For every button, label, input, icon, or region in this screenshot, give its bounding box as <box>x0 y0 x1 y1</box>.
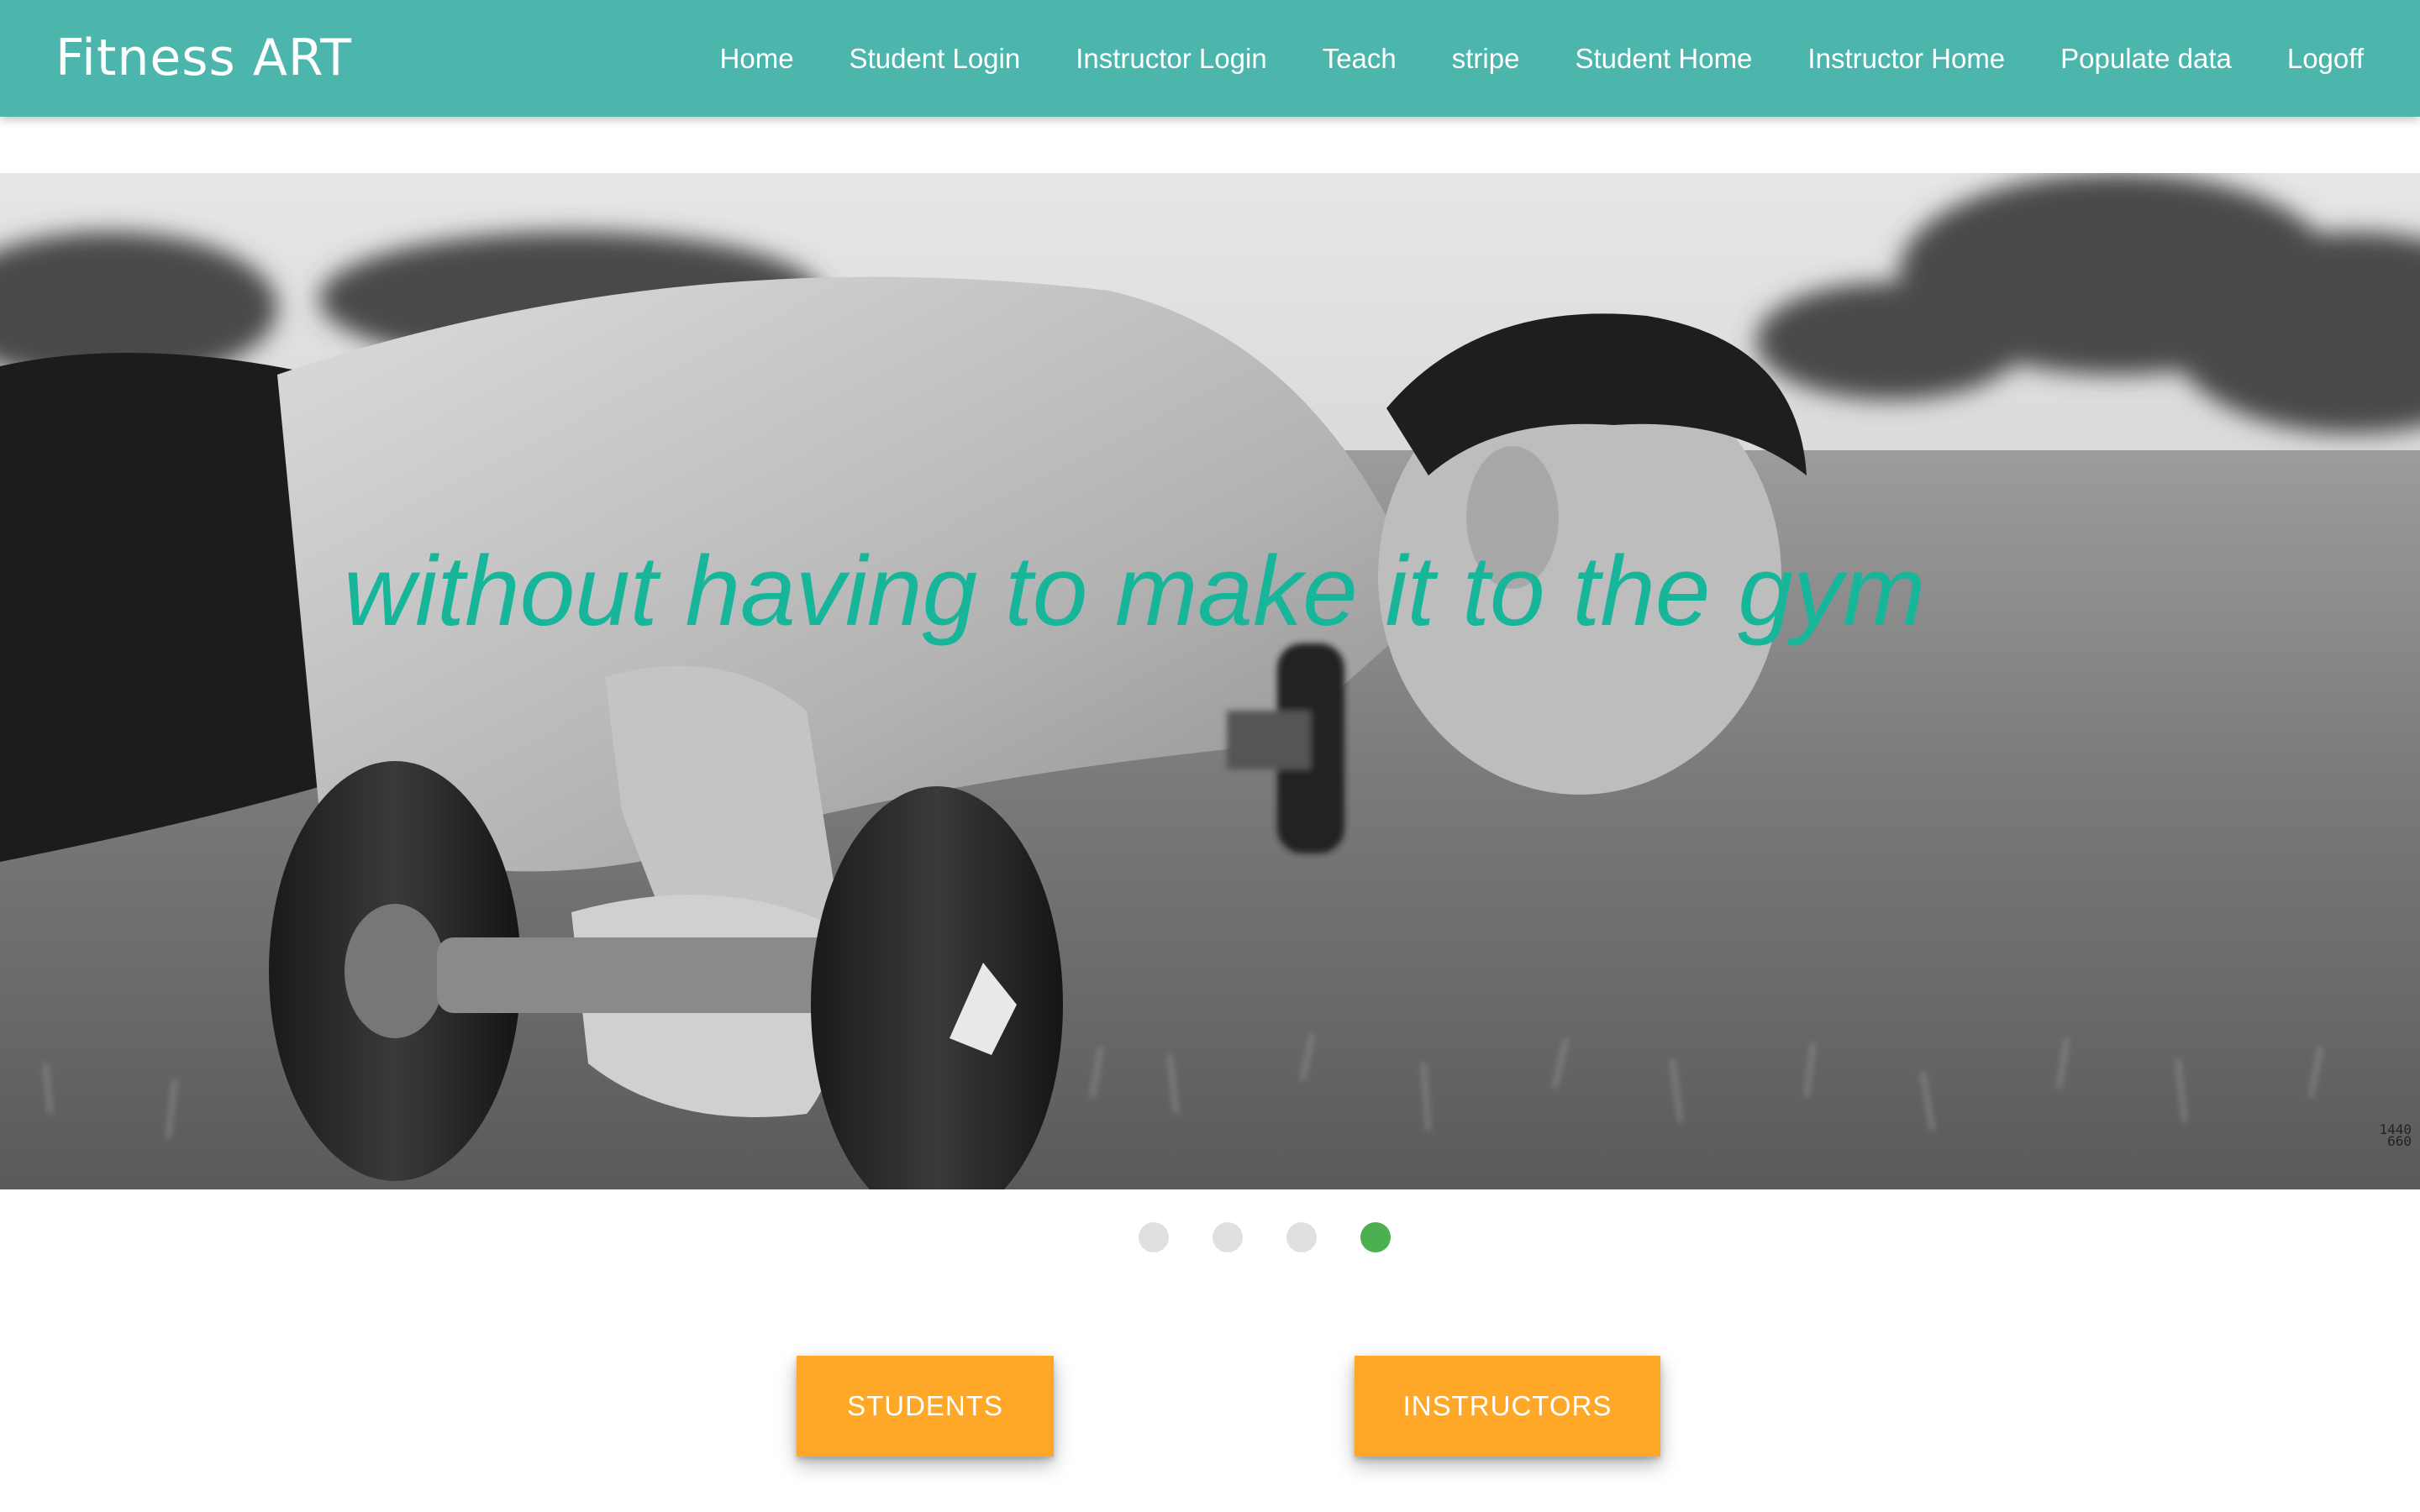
nav-link-teach[interactable]: Teach <box>1295 0 1424 117</box>
students-button[interactable]: STUDENTS <box>797 1356 1054 1457</box>
nav-link-logoff[interactable]: Logoff <box>2260 0 2391 117</box>
brand-logo-link[interactable]: Fitness ART <box>55 0 352 117</box>
nav-link-instructor-login[interactable]: Instructor Login <box>1048 0 1294 117</box>
slide-indicator-2[interactable] <box>1213 1222 1243 1252</box>
hero-slider: without having to make it to the gym 144… <box>0 173 2420 1189</box>
slide-indicator-4-active[interactable] <box>1360 1222 1391 1252</box>
slide-indicator-3[interactable] <box>1286 1222 1317 1252</box>
nav-links: Home Student Login Instructor Login Teac… <box>692 0 2391 117</box>
slider-indicators <box>0 1222 2420 1252</box>
nav-link-populate-data[interactable]: Populate data <box>2033 0 2260 117</box>
nav-link-stripe[interactable]: stripe <box>1424 0 1548 117</box>
top-navbar: Fitness ART Home Student Login Instructo… <box>0 0 2420 117</box>
hero-image <box>0 173 2420 1189</box>
instructors-button[interactable]: INSTRUCTORS <box>1355 1356 1660 1457</box>
nav-link-student-home[interactable]: Student Home <box>1547 0 1780 117</box>
slide-indicator-1[interactable] <box>1139 1222 1169 1252</box>
nav-link-instructor-home[interactable]: Instructor Home <box>1780 0 2033 117</box>
nav-link-student-login[interactable]: Student Login <box>822 0 1049 117</box>
watermark-line-2: 660 <box>2387 1133 2412 1149</box>
slide-caption: without having to make it to the gym <box>343 536 1926 647</box>
image-watermark: 1440 660 <box>2379 1123 2412 1149</box>
nav-link-home[interactable]: Home <box>692 0 822 117</box>
